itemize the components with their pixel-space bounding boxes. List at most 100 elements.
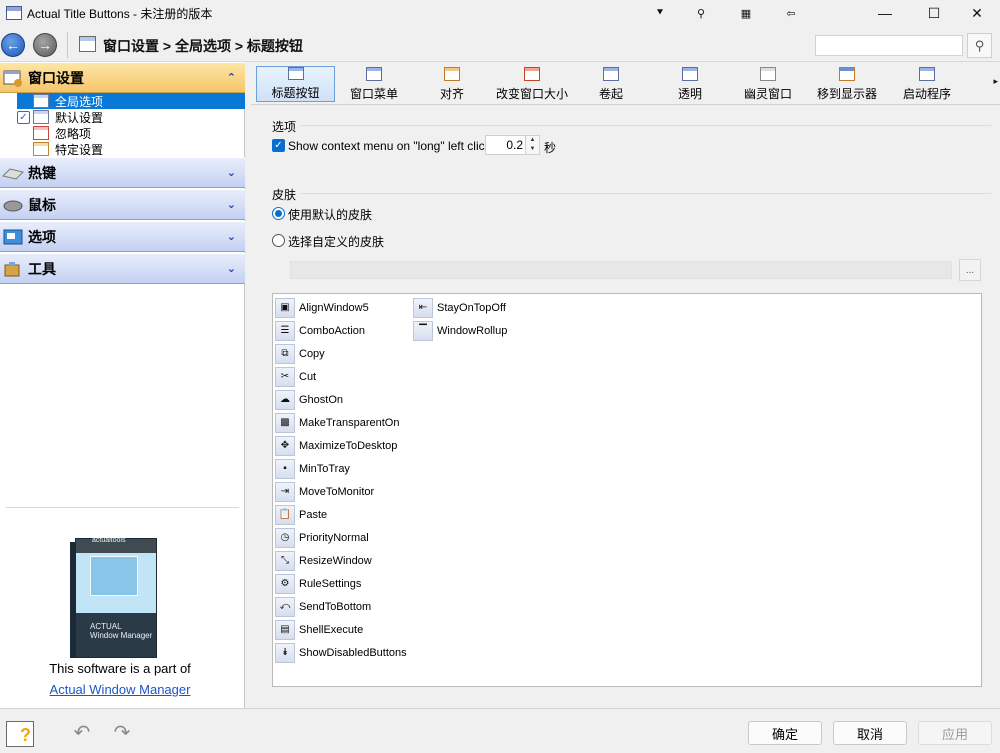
expand-chevron-icon[interactable]: ⌄ <box>227 262 236 275</box>
list-item-label: Cut <box>299 370 317 383</box>
mouse-icon <box>2 195 24 215</box>
list-item[interactable]: ✥ MaximizeToDesktop <box>275 434 397 457</box>
tab-rollup[interactable]: 卷起 <box>581 66 641 102</box>
title-bar: Actual Title Buttons - 未注册的版本 <box>0 0 1000 26</box>
tab-window-menu[interactable]: 窗口菜单 <box>339 66 409 102</box>
category-label: 选项 <box>28 228 56 245</box>
pin-icon[interactable]: ⚲ <box>691 3 711 23</box>
button-type-icon: ✂ <box>275 366 295 387</box>
title-buttons-list[interactable]: ▣ AlignWindow5 ☰ ComboAction ⧉ Copy ✂ Cut ☁ Ghost… <box>272 293 982 687</box>
list-item[interactable]: ✂ Cut <box>275 365 316 388</box>
spin-up-icon[interactable]: ▲ <box>526 136 539 145</box>
browse-button[interactable]: ... <box>959 259 981 281</box>
help-icon[interactable]: ? <box>6 721 34 747</box>
delay-input[interactable]: 0.2 <box>485 135 528 155</box>
app-icon <box>6 6 22 20</box>
list-item[interactable]: ⇤ StayOnTopOff <box>413 296 506 319</box>
more-tabs-arrow-icon[interactable]: ▸ <box>993 76 998 87</box>
list-item[interactable]: ☰ ComboAction <box>275 319 365 342</box>
tree-item-exclusions[interactable]: 忽略项 <box>17 125 245 141</box>
list-item-label: MakeTransparentOn <box>299 416 400 429</box>
title-buttons-icon <box>287 67 304 80</box>
category-mouse[interactable]: 鼠标 ⌄ <box>0 189 245 220</box>
redo-icon[interactable]: ↷ <box>108 722 136 744</box>
list-item[interactable]: ▔ WindowRollup <box>413 319 507 342</box>
delay-spinner[interactable]: ▲ ▼ <box>525 135 540 155</box>
tab-startup[interactable]: 启动程序 <box>895 66 959 102</box>
list-item[interactable]: ⇥ MoveToMonitor <box>275 480 374 503</box>
tab-title-buttons[interactable]: 标题按钮 <box>256 66 335 102</box>
tree-item-specific-settings[interactable]: 特定设置 <box>17 141 245 157</box>
category-hotkeys[interactable]: 热键 ⌄ <box>0 157 245 188</box>
category-tools[interactable]: 工具 ⌄ <box>0 253 245 284</box>
list-item-label: Paste <box>299 508 328 521</box>
list-item-label: MaximizeToDesktop <box>299 439 398 452</box>
tree-item-label: 忽略项 <box>55 126 92 141</box>
tools-icon <box>2 259 24 279</box>
spin-down-icon[interactable]: ▼ <box>526 145 539 154</box>
tab-align[interactable]: 对齐 <box>421 66 483 102</box>
list-item-label: AlignWindow5 <box>299 301 369 314</box>
list-item-label: GhostOn <box>299 393 344 406</box>
list-item-label: PriorityNormal <box>299 531 369 544</box>
custom-skin-radio[interactable] <box>272 234 285 247</box>
search-icon[interactable]: ⚲ <box>967 33 992 58</box>
minimize-button[interactable]: — <box>862 0 908 26</box>
category-label: 工具 <box>28 260 56 277</box>
expand-chevron-icon[interactable]: ⌄ <box>227 230 236 243</box>
tree-item-global-options[interactable]: 全局选项 <box>17 93 245 109</box>
maximize-button[interactable]: ☐ <box>911 0 957 26</box>
forward-button[interactable]: → <box>33 33 57 57</box>
tree-item-default-settings[interactable]: 默认设置 <box>17 109 245 125</box>
list-item[interactable]: ▩ MakeTransparentOn <box>275 411 399 434</box>
list-item[interactable]: ⤡ ResizeWindow <box>275 549 372 572</box>
ok-button[interactable]: 确定 <box>748 721 822 745</box>
long-click-checkbox[interactable]: ✓ <box>272 139 285 152</box>
list-item[interactable]: 📋 Paste <box>275 503 327 526</box>
tab-transparency[interactable]: 透明 <box>659 66 721 102</box>
search-input[interactable] <box>815 35 963 56</box>
list-item[interactable]: ⤺ SendToBottom <box>275 595 371 618</box>
default-skin-radio[interactable] <box>272 207 285 220</box>
expand-chevron-icon[interactable]: ⌄ <box>227 166 236 179</box>
category-options[interactable]: 选项 ⌄ <box>0 221 245 252</box>
button-type-icon: ⧉ <box>275 343 295 364</box>
breadcrumb: 窗口设置 > 全局选项 > 标题按钮 <box>103 38 303 54</box>
apply-button[interactable]: 应用 <box>918 721 992 745</box>
list-item[interactable]: ⧉ Copy <box>275 342 325 365</box>
tree-item-label: 默认设置 <box>55 110 104 125</box>
category-label: 热键 <box>28 164 56 181</box>
sidebar-divider <box>6 507 239 508</box>
expand-chevron-icon[interactable]: ⌄ <box>227 198 236 211</box>
close-button[interactable]: ✕ <box>954 0 1000 26</box>
product-link[interactable]: Actual Window Manager <box>0 682 240 697</box>
skin-path-field[interactable] <box>290 261 952 279</box>
button-type-icon: ⇥ <box>275 481 295 502</box>
collapse-chevron-icon[interactable]: ⌃ <box>227 71 236 84</box>
list-item[interactable]: ▤ ShellExecute <box>275 618 363 641</box>
list-item[interactable]: ▣ AlignWindow5 <box>275 296 369 319</box>
cancel-button[interactable]: 取消 <box>833 721 907 745</box>
list-item[interactable]: ☁ GhostOn <box>275 388 343 411</box>
list-item-label: ComboAction <box>299 324 366 337</box>
tab-ghost-window[interactable]: 幽灵窗口 <box>737 66 799 102</box>
list-item[interactable]: ⯯ ShowDisabledButtons <box>275 641 407 664</box>
stay-on-top-icon[interactable]: ⇦ <box>781 3 801 23</box>
undo-icon[interactable]: ↶ <box>68 722 96 744</box>
back-button[interactable]: ← <box>1 33 25 57</box>
list-item[interactable]: ◷ PriorityNormal <box>275 526 369 549</box>
tab-move-to-monitor[interactable]: 移到显示器 <box>811 66 883 102</box>
tab-resize-window[interactable]: 改变窗口大小 <box>491 66 573 102</box>
options-group-label: 选项 <box>272 120 297 134</box>
button-type-icon: ⤺ <box>275 596 295 617</box>
custom-skin-label: 选择自定义的皮肤 <box>288 235 385 249</box>
dropdown-arrow-icon[interactable]: ⯆ <box>650 3 670 23</box>
button-type-icon: ⯯ <box>275 642 295 663</box>
category-window-settings[interactable]: 窗口设置 ⌃ <box>0 62 245 93</box>
sidebar: 窗口设置 ⌃ 全局选项 ✓ 默认设置 忽略项 特定设置 热键 ⌄ 鼠标 ⌄ 选项 <box>0 62 245 708</box>
list-item[interactable]: ▪ MinToTray <box>275 457 350 480</box>
list-item[interactable]: ⚙ RuleSettings <box>275 572 361 595</box>
window-settings-icon <box>2 68 24 88</box>
transparency-icon[interactable]: ▦ <box>736 3 756 23</box>
list-item-label: ShowDisabledButtons <box>299 646 407 659</box>
